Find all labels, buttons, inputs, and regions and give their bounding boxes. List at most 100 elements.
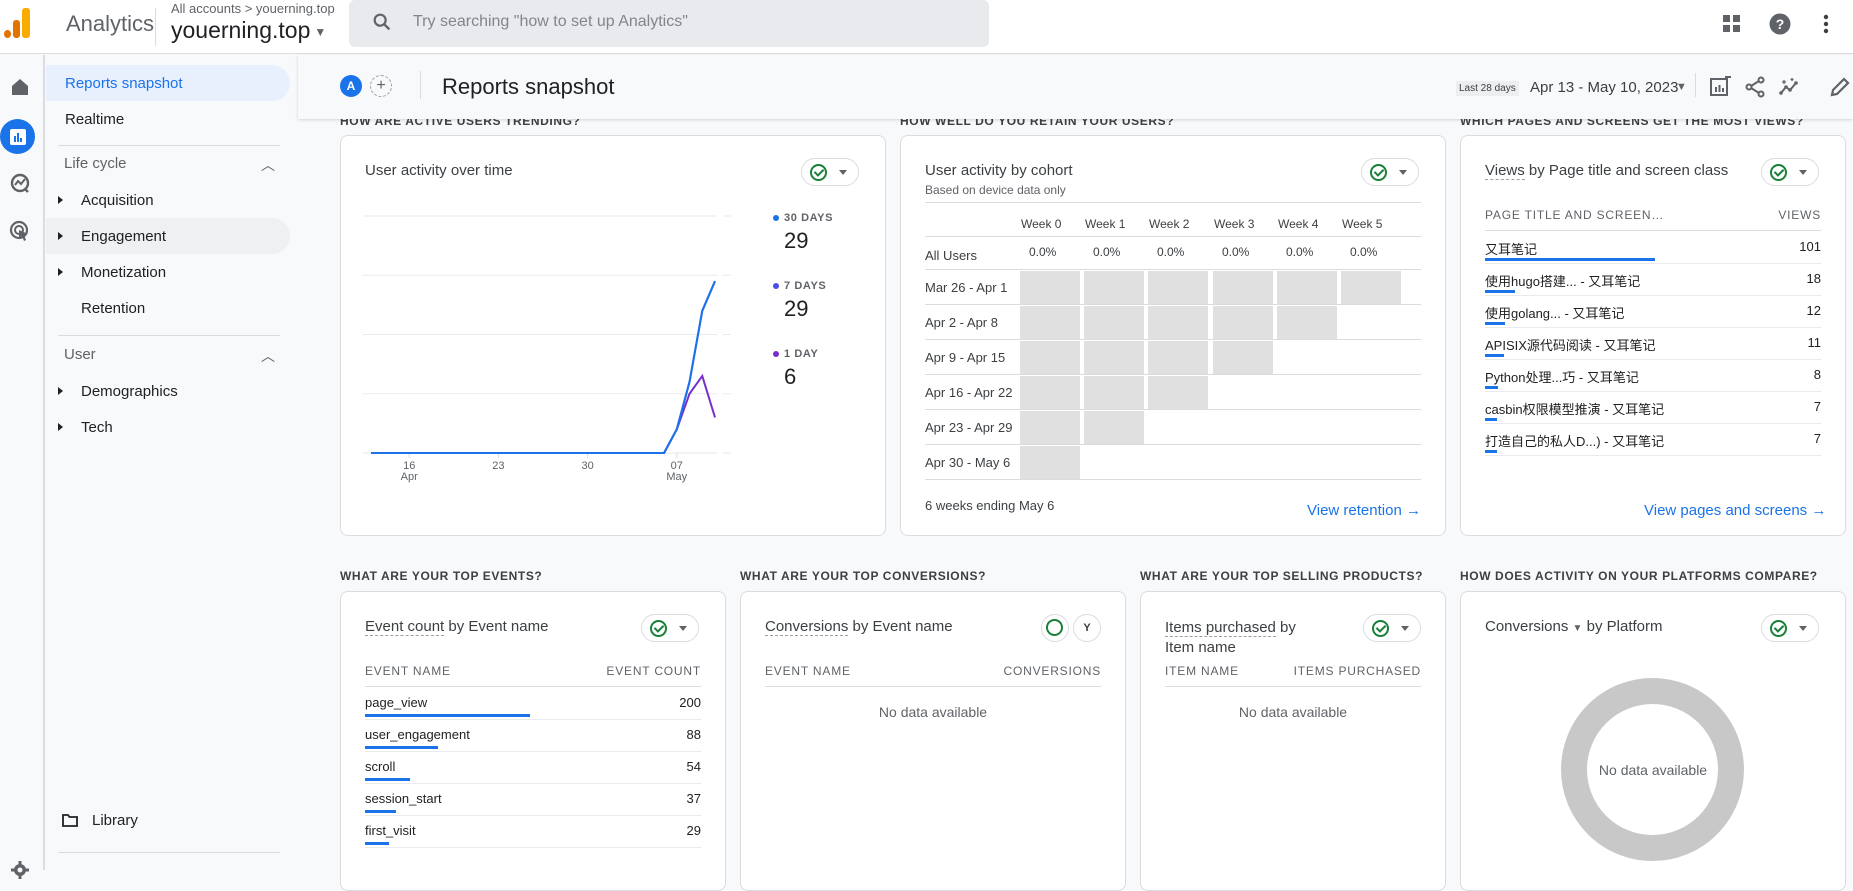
date-range-picker[interactable]: Apr 13 - May 10, 2023 bbox=[1530, 79, 1678, 96]
filter-icon[interactable]: Y bbox=[1073, 614, 1101, 642]
cohort-cell[interactable] bbox=[1084, 271, 1144, 304]
advertising-icon[interactable] bbox=[5, 216, 35, 246]
card-title[interactable]: Views by Page title and screen class bbox=[1485, 162, 1728, 180]
home-icon[interactable] bbox=[5, 72, 35, 102]
nav-label: Acquisition bbox=[81, 191, 154, 209]
top-bar: Analytics All accounts > youerning.top y… bbox=[0, 0, 1853, 54]
nav-tech[interactable]: Tech bbox=[46, 409, 290, 445]
cohort-cell[interactable] bbox=[1084, 306, 1144, 339]
cohort-cell[interactable] bbox=[1020, 376, 1080, 409]
insights-icon[interactable] bbox=[1778, 75, 1802, 99]
card-options-button[interactable] bbox=[1361, 158, 1419, 186]
nav-reports-snapshot[interactable]: Reports snapshot bbox=[46, 65, 290, 101]
row-value: 54 bbox=[686, 759, 701, 774]
cohort-cell[interactable] bbox=[1213, 271, 1273, 304]
add-comparison-button[interactable]: + bbox=[370, 75, 392, 97]
divider bbox=[58, 145, 280, 146]
nav-monetization[interactable]: Monetization bbox=[46, 254, 290, 290]
table-row[interactable]: 使用hugo搭建... - 又耳笔记 18 bbox=[1485, 264, 1821, 296]
divider bbox=[925, 444, 1421, 445]
table-row[interactable]: 又耳笔记 101 bbox=[1485, 232, 1821, 264]
table-row[interactable]: 打造自己的私人D...) - 又耳笔记 7 bbox=[1485, 424, 1821, 456]
table-row[interactable]: page_view 200 bbox=[365, 688, 701, 720]
table-row[interactable]: 使用golang... - 又耳笔记 12 bbox=[1485, 296, 1821, 328]
edit-pencil-icon[interactable] bbox=[1828, 75, 1852, 99]
series-line-1-day[interactable] bbox=[371, 373, 716, 454]
nav-label: Retention bbox=[81, 299, 146, 317]
apps-grid-icon[interactable] bbox=[1718, 10, 1746, 38]
divider bbox=[925, 202, 1421, 203]
cohort-cell[interactable] bbox=[1020, 341, 1080, 374]
property-selector[interactable]: youerning.top ▼ bbox=[171, 17, 326, 44]
chevron-up-icon[interactable]: ︿ bbox=[261, 346, 275, 366]
table-row[interactable]: scroll 54 bbox=[365, 752, 701, 784]
nav-engagement[interactable]: Engagement bbox=[46, 218, 290, 254]
share-icon[interactable] bbox=[1743, 75, 1767, 99]
row-share-bar bbox=[1485, 354, 1504, 357]
cohort-cell[interactable] bbox=[1277, 306, 1337, 339]
cohort-cell[interactable] bbox=[1148, 306, 1208, 339]
cohort-cell[interactable] bbox=[1020, 446, 1080, 479]
search-input[interactable]: Try searching "how to set up Analytics" bbox=[349, 0, 989, 47]
cohort-cell[interactable] bbox=[1020, 411, 1080, 444]
nav-demographics[interactable]: Demographics bbox=[46, 373, 290, 409]
legend-7-days-value: 29 bbox=[784, 296, 809, 321]
table-row[interactable]: user_engagement 88 bbox=[365, 720, 701, 752]
table-row[interactable]: casbin权限模型推演 - 又耳笔记 7 bbox=[1485, 392, 1821, 424]
card-options-button[interactable] bbox=[641, 614, 699, 642]
nav-section-user[interactable]: User bbox=[64, 346, 96, 363]
card-title[interactable]: Event count by Event name bbox=[365, 618, 548, 636]
card-options-button[interactable] bbox=[1761, 614, 1819, 642]
metric-selector[interactable]: Conversions bbox=[1485, 618, 1568, 635]
card-options-button[interactable] bbox=[801, 158, 859, 186]
card-options-button[interactable] bbox=[1761, 158, 1819, 186]
row-value: 200 bbox=[679, 695, 701, 710]
table-row[interactable]: session_start 37 bbox=[365, 784, 701, 816]
date-range-label[interactable]: Last 28 days bbox=[1456, 81, 1519, 96]
cohort-cell[interactable] bbox=[1148, 376, 1208, 409]
nav-label: Realtime bbox=[65, 110, 125, 128]
nav-section-life-cycle[interactable]: Life cycle bbox=[64, 155, 127, 172]
cohort-cell[interactable] bbox=[1213, 306, 1273, 339]
card-status-button[interactable] bbox=[1041, 614, 1069, 642]
nav-library[interactable]: Library bbox=[46, 802, 290, 838]
comparison-avatar[interactable]: A bbox=[340, 75, 362, 97]
explore-icon[interactable] bbox=[5, 168, 35, 198]
cohort-cell[interactable] bbox=[1020, 271, 1080, 304]
cohort-cell[interactable] bbox=[1084, 341, 1144, 374]
nav-acquisition[interactable]: Acquisition bbox=[46, 182, 290, 218]
card-options-button[interactable] bbox=[1363, 614, 1421, 642]
nav-retention[interactable]: Retention bbox=[46, 290, 290, 326]
cohort-cell[interactable] bbox=[1341, 271, 1401, 304]
cohort-cell[interactable] bbox=[1213, 341, 1273, 374]
settings-icon[interactable] bbox=[5, 855, 35, 885]
column-header: PAGE TITLE AND SCREEN… bbox=[1485, 208, 1665, 222]
nav-realtime[interactable]: Realtime bbox=[46, 101, 290, 137]
cohort-cell[interactable] bbox=[1277, 271, 1337, 304]
cohort-cell[interactable] bbox=[1084, 376, 1144, 409]
search-icon bbox=[373, 13, 391, 31]
caret-down-icon[interactable]: ▼ bbox=[1573, 623, 1583, 634]
table-row[interactable]: APISIX源代码阅读 - 又耳笔记 11 bbox=[1485, 328, 1821, 360]
customize-report-icon[interactable] bbox=[1708, 75, 1732, 99]
table-row[interactable]: Python处理...巧 - 又耳笔记 8 bbox=[1485, 360, 1821, 392]
table-row[interactable]: first_visit 29 bbox=[365, 816, 701, 848]
cohort-cell[interactable] bbox=[1084, 411, 1144, 444]
card-title[interactable]: Items purchased by Item name bbox=[1165, 618, 1296, 658]
series-line-7-days[interactable] bbox=[371, 280, 716, 454]
cohort-row-label: Apr 9 - Apr 15 bbox=[925, 350, 1006, 365]
legend-30-days-value: 29 bbox=[784, 228, 809, 253]
view-retention-link[interactable]: View retention → bbox=[1307, 502, 1421, 519]
cohort-cell[interactable] bbox=[1148, 271, 1208, 304]
help-icon[interactable]: ? bbox=[1766, 10, 1794, 38]
chevron-up-icon[interactable]: ︿ bbox=[261, 155, 275, 175]
view-pages-link[interactable]: View pages and screens → bbox=[1644, 502, 1826, 519]
card-title[interactable]: Conversions by Event name bbox=[765, 618, 953, 636]
reports-icon[interactable] bbox=[0, 119, 35, 154]
series-line-30-days[interactable] bbox=[371, 280, 716, 454]
account-breadcrumb[interactable]: All accounts > youerning.top bbox=[171, 1, 335, 16]
caret-down-icon[interactable]: ▼ bbox=[1676, 81, 1687, 93]
cohort-cell[interactable] bbox=[1020, 306, 1080, 339]
more-vert-icon[interactable] bbox=[1812, 10, 1840, 38]
cohort-cell[interactable] bbox=[1148, 341, 1208, 374]
